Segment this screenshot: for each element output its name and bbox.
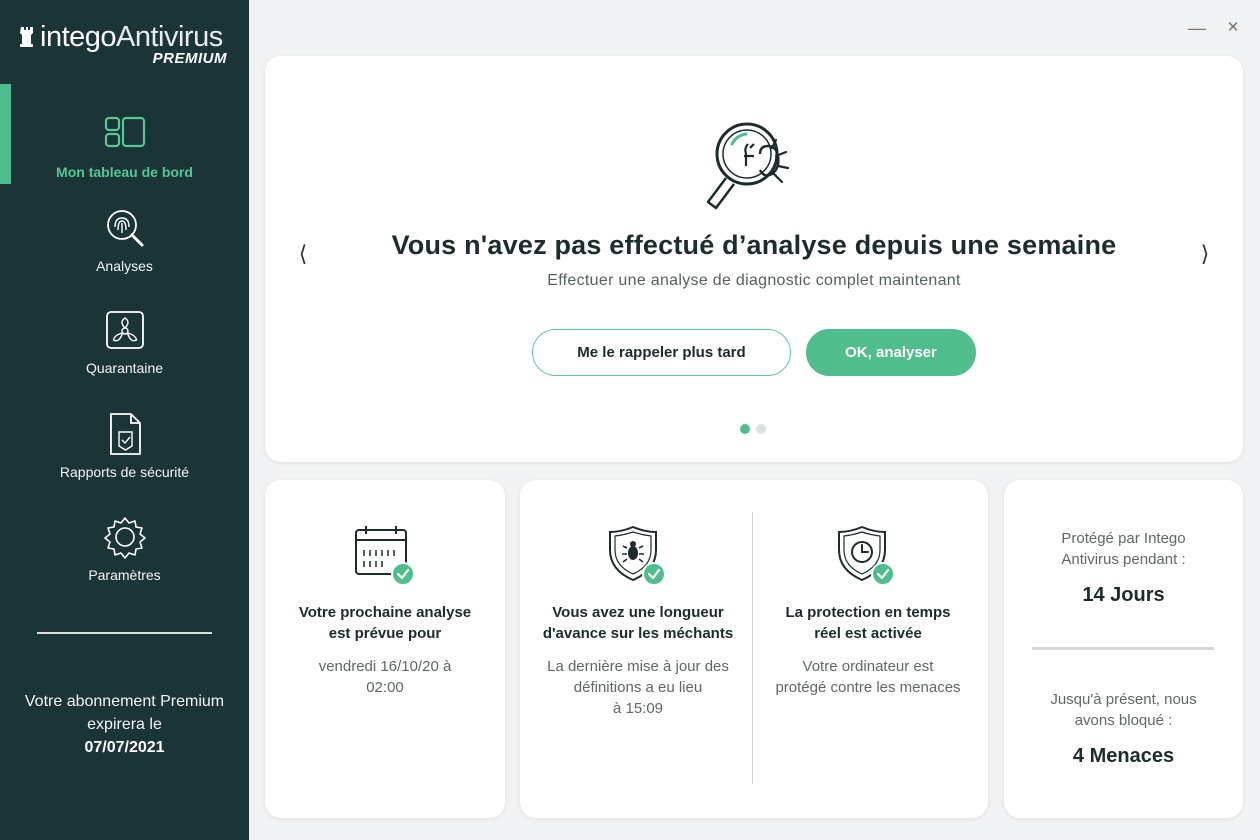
protection-stats-card: Protégé par Intego Antivirus pendant : 1… bbox=[1004, 480, 1243, 818]
carousel-dots bbox=[740, 424, 766, 434]
sidebar-item-quarantine[interactable]: Quarantaine bbox=[0, 308, 249, 376]
scan-reminder-card: ⟨ ⟩ Vous n'avez pas effectué d’analyse d… bbox=[265, 56, 1243, 462]
close-button[interactable]: ✕ bbox=[1221, 16, 1245, 40]
definitions-title-line2: d'avance sur les méchants bbox=[542, 625, 734, 642]
logo-product: Antivirus bbox=[116, 21, 223, 53]
minimize-button[interactable]: — bbox=[1185, 16, 1209, 40]
sidebar-item-settings[interactable]: Paramètres bbox=[0, 515, 249, 583]
realtime-title-line1: La protection en temps bbox=[785, 604, 951, 621]
sidebar: integoAntivirus PREMIUM Mon tableau de b… bbox=[0, 0, 249, 840]
sidebar-item-label: Mon tableau de bord bbox=[56, 164, 193, 180]
subscription-line2: expirera le bbox=[87, 716, 162, 733]
ok-scan-button[interactable]: OK, analyser bbox=[806, 329, 976, 376]
subscription-expiry-date: 07/07/2021 bbox=[84, 739, 165, 756]
intego-rook-icon bbox=[20, 27, 33, 47]
fingerprint-scan-icon bbox=[106, 210, 143, 247]
subscription-line1: Votre abonnement Premium bbox=[24, 693, 225, 710]
shield-bug-check-icon bbox=[609, 525, 666, 586]
remind-later-button[interactable]: Me le rappeler plus tard bbox=[532, 329, 791, 376]
sidebar-item-label: Quarantaine bbox=[85, 360, 164, 376]
next-scan-title: Votre prochaine analyse est prévue pour bbox=[265, 602, 505, 644]
next-scan-title-line1: Votre prochaine analyse bbox=[298, 604, 472, 621]
protected-label-line2: Antivirus pendant : bbox=[1061, 551, 1186, 568]
dashboard-icon bbox=[104, 116, 145, 148]
magnifier-bug-icon bbox=[706, 122, 790, 210]
card-divider bbox=[752, 512, 753, 784]
report-document-icon bbox=[109, 413, 141, 455]
threats-blocked-value: 4 Menaces bbox=[1072, 745, 1175, 767]
realtime-description: Votre ordinateur est protégé contre les … bbox=[758, 656, 978, 698]
sidebar-item-security-reports[interactable]: Rapports de sécurité bbox=[0, 412, 249, 480]
protection-status-card: Vous avez une longueur d'avance sur les … bbox=[520, 480, 988, 818]
biohazard-icon bbox=[105, 311, 144, 349]
blocked-label-line1: Jusqu'à présent, nous bbox=[1050, 691, 1197, 708]
realtime-desc-line2: protégé contre les menaces bbox=[775, 679, 961, 696]
sidebar-item-analyses[interactable]: Analyses bbox=[0, 206, 249, 274]
next-scan-title-line2: est prévue pour bbox=[328, 625, 442, 642]
subscription-info: Votre abonnement Premium expirera le 07/… bbox=[0, 690, 249, 759]
definitions-desc-line3: à 15:09 bbox=[612, 700, 664, 717]
next-scan-desc-line1: vendredi 16/10/20 à bbox=[318, 658, 452, 675]
next-scan-description: vendredi 16/10/20 à 02:00 bbox=[265, 656, 505, 698]
carousel-dot-1[interactable] bbox=[740, 424, 750, 434]
realtime-desc-line1: Votre ordinateur est bbox=[802, 658, 934, 675]
sidebar-divider bbox=[37, 632, 212, 634]
calendar-check-icon bbox=[355, 526, 415, 586]
logo-brand: intego bbox=[40, 21, 117, 53]
blocked-label-line2: avons bloqué : bbox=[1074, 712, 1173, 729]
protected-duration-label: Protégé par Intego Antivirus pendant : bbox=[1004, 528, 1243, 570]
sidebar-item-label: Rapports de sécurité bbox=[59, 464, 190, 480]
stats-divider bbox=[1032, 647, 1214, 650]
next-scan-desc-line2: 02:00 bbox=[366, 679, 404, 696]
hero-subtitle: Effectuer une analyse de diagnostic comp… bbox=[547, 272, 961, 289]
protected-duration-value: 14 Jours bbox=[1082, 584, 1165, 606]
next-scan-card: Votre prochaine analyse est prévue pour … bbox=[265, 480, 505, 818]
definitions-desc-line2: définitions a eu lieu bbox=[573, 679, 703, 696]
logo-edition: PREMIUM bbox=[152, 50, 227, 67]
definitions-desc-line1: La dernière mise à jour des bbox=[547, 658, 729, 675]
definitions-description: La dernière mise à jour des définitions … bbox=[520, 656, 756, 719]
sidebar-item-dashboard[interactable]: Mon tableau de bord bbox=[0, 112, 249, 180]
hero-title: Vous n'avez pas effectué d’analyse depui… bbox=[391, 230, 1117, 260]
protected-label-line1: Protégé par Intego bbox=[1061, 530, 1186, 547]
realtime-title: La protection en temps réel est activée bbox=[758, 602, 978, 644]
sidebar-item-label: Analyses bbox=[96, 258, 153, 274]
sidebar-item-label: Paramètres bbox=[88, 567, 161, 583]
definitions-title-line1: Vous avez une longueur bbox=[552, 604, 724, 621]
threats-blocked-label: Jusqu'à présent, nous avons bloqué : bbox=[1004, 689, 1243, 731]
definitions-title: Vous avez une longueur d'avance sur les … bbox=[520, 602, 756, 644]
gear-icon bbox=[103, 517, 146, 559]
realtime-title-line2: réel est activée bbox=[814, 625, 922, 642]
carousel-dot-2[interactable] bbox=[756, 424, 766, 434]
app-logo: integoAntivirus PREMIUM bbox=[20, 20, 235, 70]
shield-clock-check-icon bbox=[838, 525, 895, 586]
